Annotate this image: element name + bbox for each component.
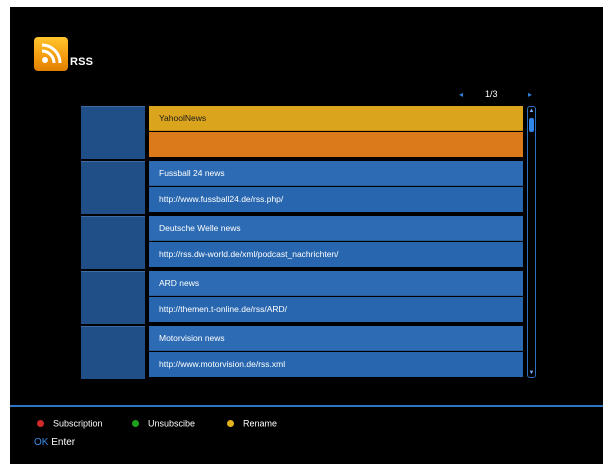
hint-subscription: Subscription bbox=[37, 418, 103, 429]
feed-thumbnail bbox=[81, 106, 145, 159]
hint-label: Rename bbox=[243, 418, 278, 429]
list-scrollbar[interactable]: ▲ ▼ bbox=[527, 106, 536, 378]
feed-url: http://themen.t-online.de/rss/ARD/ bbox=[149, 297, 523, 322]
feed-thumbnail bbox=[81, 271, 145, 324]
feed-thumbnail bbox=[81, 326, 145, 379]
feed-url: http://www.fussball24.de/rss.php/ bbox=[149, 187, 523, 212]
feed-name: Fussball 24 news bbox=[149, 161, 523, 186]
feed-name: Deutsche Welle news bbox=[149, 216, 523, 241]
feed-thumbnail bbox=[81, 161, 145, 214]
yellow-key-icon bbox=[227, 420, 234, 428]
ok-key-label: OK bbox=[34, 437, 49, 448]
app-title: RSS bbox=[70, 56, 94, 68]
hint-unsubscribe: Unsubscibe bbox=[132, 418, 195, 429]
feed-thumbnail bbox=[81, 216, 145, 269]
scroll-down-icon[interactable]: ▼ bbox=[528, 370, 535, 376]
feed-name: Motorvision news bbox=[149, 326, 523, 351]
footer-divider bbox=[10, 405, 603, 407]
feed-row[interactable]: Deutsche Welle news http://rss.dw-world.… bbox=[149, 216, 523, 268]
feed-row[interactable]: Fussball 24 news http://www.fussball24.d… bbox=[149, 161, 523, 213]
hint-rename: Rename bbox=[227, 418, 277, 429]
hint-label: Unsubscibe bbox=[148, 418, 196, 429]
page-next-icon[interactable]: ▸ bbox=[528, 90, 532, 99]
feed-row[interactable]: Motorvision news http://www.motorvision.… bbox=[149, 326, 523, 378]
rss-icon bbox=[34, 37, 68, 71]
feed-url: http://www.motorvision.de/rss.xml bbox=[149, 352, 523, 377]
page-prev-icon[interactable]: ◂ bbox=[459, 90, 463, 99]
feed-row[interactable]: ARD news http://themen.t-online.de/rss/A… bbox=[149, 271, 523, 323]
feed-url bbox=[149, 132, 523, 157]
feed-row-selected[interactable]: YahoolNews bbox=[149, 106, 523, 158]
scroll-thumb[interactable] bbox=[529, 118, 534, 132]
scroll-up-icon[interactable]: ▲ bbox=[528, 108, 535, 114]
hint-label: Subscription bbox=[53, 418, 103, 429]
tv-screen: RSS ◂ 1/3 ▸ YahoolNews Fussball 24 news … bbox=[10, 7, 603, 464]
feed-name: YahoolNews bbox=[149, 106, 523, 131]
green-key-icon bbox=[132, 420, 139, 428]
feed-url: http://rss.dw-world.de/xml/podcast_nachr… bbox=[149, 242, 523, 267]
red-key-icon bbox=[37, 420, 44, 428]
feed-name: ARD news bbox=[149, 271, 523, 296]
ok-action-label: Enter bbox=[51, 437, 76, 448]
page-indicator: 1/3 bbox=[485, 89, 498, 99]
hint-ok-enter: OK Enter bbox=[34, 437, 75, 448]
